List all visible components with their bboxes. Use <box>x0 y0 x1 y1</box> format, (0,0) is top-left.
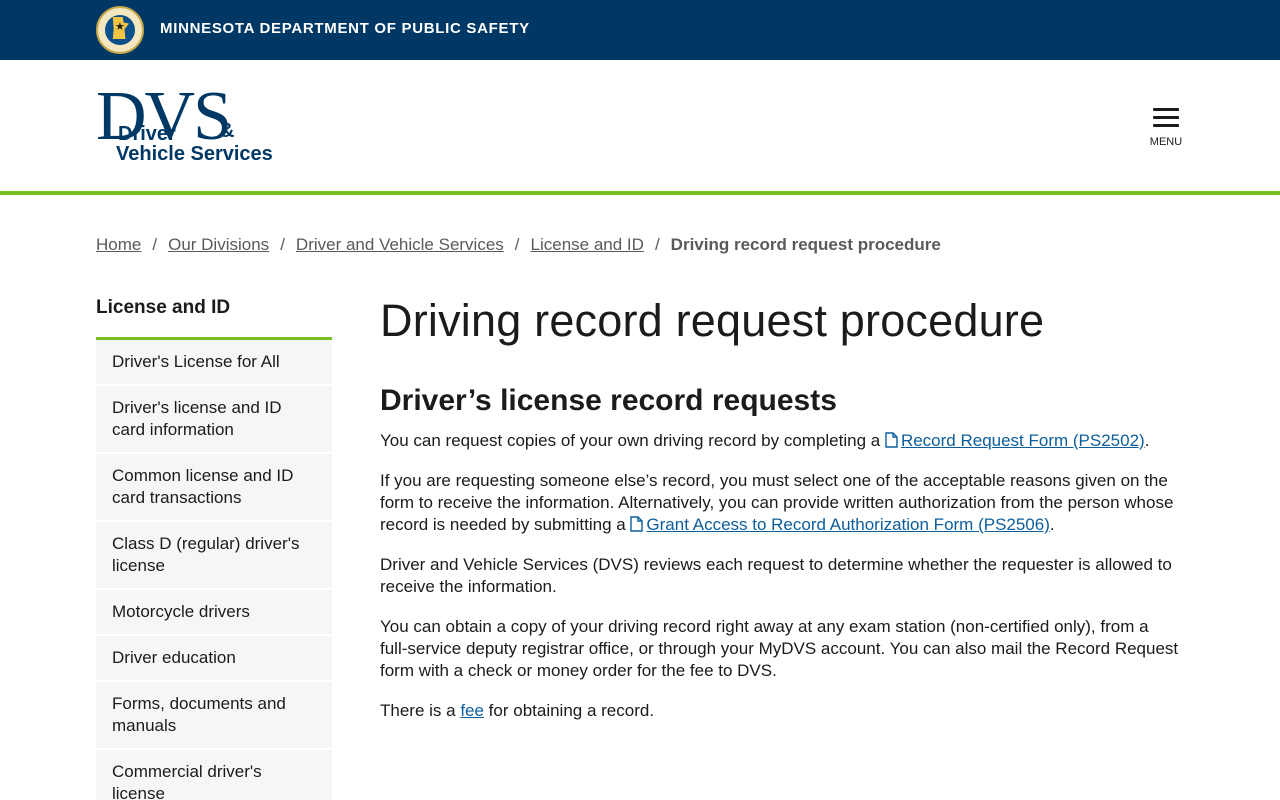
menu-button[interactable]: MENU <box>1144 104 1188 154</box>
seal-star-icon: ★ <box>115 20 125 33</box>
breadcrumb-our-divisions[interactable]: Our Divisions <box>168 235 269 254</box>
hamburger-icon-bar <box>1153 116 1179 119</box>
paragraph-text: . <box>1144 431 1150 450</box>
logo-line-1: Driver <box>118 123 176 145</box>
sidebar-item-motorcycle-drivers[interactable]: Motorcycle drivers <box>96 590 332 636</box>
breadcrumb-separator: / <box>654 235 660 254</box>
breadcrumb-separator: / <box>280 235 285 254</box>
agency-name-link[interactable]: MINNESOTA DEPARTMENT OF PUBLIC SAFETY <box>160 20 530 37</box>
page-title: Driving record request procedure <box>380 295 1045 346</box>
breadcrumb-home[interactable]: Home <box>96 235 141 254</box>
paragraph-own-record: You can request copies of your own drivi… <box>380 430 1180 452</box>
sidebar-list: Driver's License for All Driver's licens… <box>96 340 332 800</box>
hamburger-icon-bar <box>1153 124 1179 127</box>
menu-label: MENU <box>1149 136 1183 148</box>
breadcrumb-license-and-id[interactable]: License and ID <box>531 235 644 254</box>
sidebar-item-commercial-license[interactable]: Commercial driver's license <box>96 750 332 800</box>
sidebar-item-forms-documents[interactable]: Forms, documents and manuals <box>96 682 332 750</box>
grant-access-form-link[interactable]: Grant Access to Record Authorization For… <box>630 515 1050 534</box>
document-icon <box>630 516 644 532</box>
section-title: Driver’s license record requests <box>380 384 837 417</box>
section-sidebar: License and ID Driver's License for All … <box>96 297 332 800</box>
paragraph-text: You can request copies of your own drivi… <box>380 431 885 450</box>
sidebar-item-driver-education[interactable]: Driver education <box>96 636 332 682</box>
paragraph-fee: There is a fee for obtaining a record. <box>380 700 1180 722</box>
site-header: DVS Driver & Vehicle Services MENU <box>0 60 1280 195</box>
breadcrumb-separator: / <box>514 235 520 254</box>
sidebar-item-class-d-license[interactable]: Class D (regular) driver's license <box>96 522 332 590</box>
document-icon <box>885 432 898 448</box>
fee-link[interactable]: fee <box>460 701 484 720</box>
paragraph-text: . <box>1049 515 1055 534</box>
hamburger-icon <box>1153 108 1179 111</box>
breadcrumb-current: Driving record request procedure <box>670 235 941 254</box>
sidebar-item-license-and-id-info[interactable]: Driver's license and ID card information <box>96 386 332 454</box>
sidebar-item-common-transactions[interactable]: Common license and ID card transactions <box>96 454 332 522</box>
paragraph-someone-else-record: If you are requesting someone else’s rec… <box>380 470 1180 536</box>
breadcrumb-dvs[interactable]: Driver and Vehicle Services <box>296 235 504 254</box>
record-request-form-label: Record Request Form (PS2502) <box>900 431 1145 450</box>
sidebar-item-drivers-license-for-all[interactable]: Driver's License for All <box>96 340 332 386</box>
logo-line-2: Vehicle Services <box>116 143 273 165</box>
paragraph-text: There is a <box>380 701 461 720</box>
sidebar-title[interactable]: License and ID <box>96 297 332 340</box>
record-request-form-link[interactable]: Record Request Form (PS2502) <box>885 431 1145 450</box>
paragraph-dvs-review: Driver and Vehicle Services (DVS) review… <box>380 555 1172 596</box>
breadcrumb: Home / Our Divisions / Driver and Vehicle Se… <box>96 235 941 255</box>
grant-access-form-label: Grant Access to Record Authorization For… <box>646 515 1050 534</box>
main-content: Driving record request procedure Driver’… <box>380 292 1180 722</box>
paragraph-text: for obtaining a record. <box>483 701 655 720</box>
state-seal-icon[interactable]: ★ <box>96 6 144 54</box>
logo-ampersand: & <box>220 120 235 142</box>
dvs-logo[interactable]: DVS Driver & Vehicle Services <box>96 82 346 168</box>
paragraph-obtain-copy: You can obtain a copy of your driving re… <box>380 617 1179 680</box>
breadcrumb-separator: / <box>152 235 158 254</box>
agency-bar: ★ MINNESOTA DEPARTMENT OF PUBLIC SAFETY <box>0 0 1280 60</box>
